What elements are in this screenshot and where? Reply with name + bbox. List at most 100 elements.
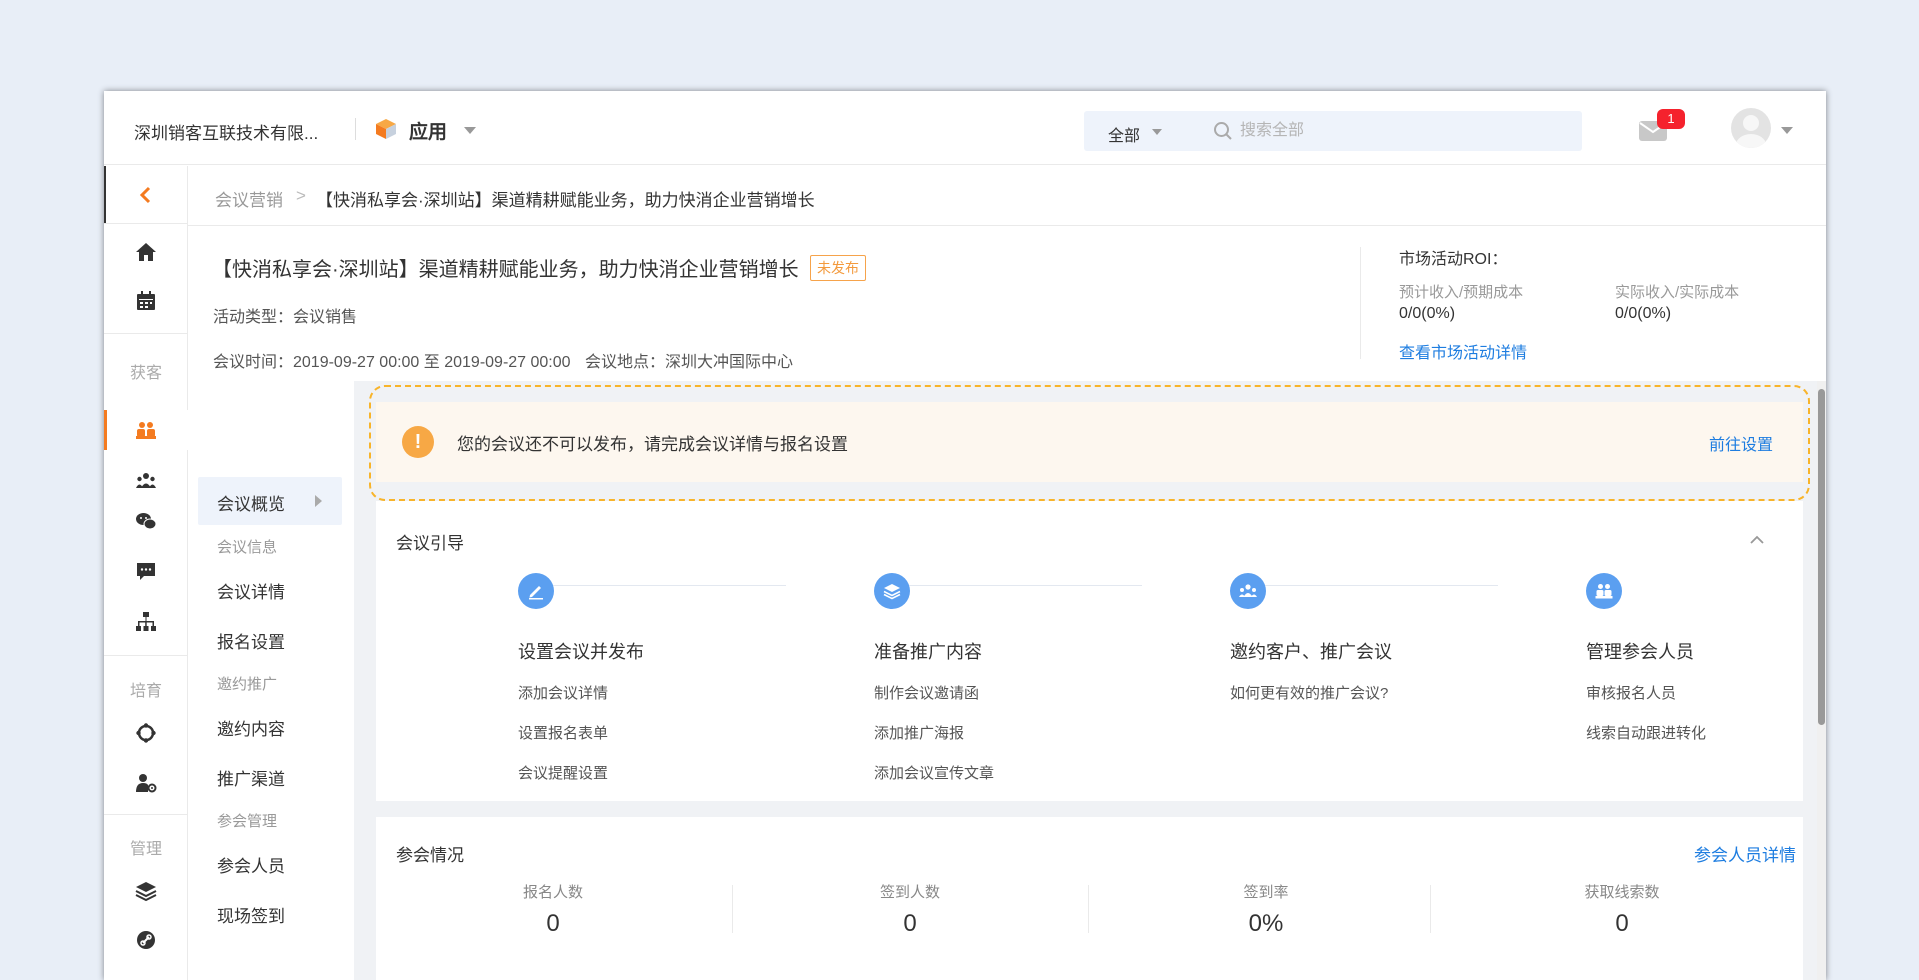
rail-divider: [104, 814, 188, 815]
rail-item-layers[interactable]: [104, 871, 188, 911]
activity-type: 活动类型：会议销售: [213, 309, 358, 326]
wechat-icon: [136, 513, 157, 530]
step-connector: [530, 585, 786, 586]
meeting-people-icon: [136, 422, 156, 439]
stat-divider: [1088, 885, 1089, 933]
app-window: 深圳销客互联技术有限... 应用 全部 1: [104, 91, 1826, 980]
rail-item-org[interactable]: [104, 602, 188, 642]
meeting-time: 会议时间：2019-09-27 00:00 至 2019-09-27 00:00: [213, 354, 571, 371]
stat-leads: 获取线索数 0: [1472, 881, 1772, 938]
subnav-group-invite: 邀约推广: [217, 676, 278, 693]
user-gear-icon: [136, 774, 157, 793]
roi-actual-value: 0/0(0%): [1615, 305, 1672, 322]
chevron-down-icon[interactable]: [464, 127, 476, 134]
stats-title: 参会情况: [396, 846, 464, 865]
stat-checkins: 签到人数 0: [760, 881, 1060, 938]
meeting-people-icon: [1586, 573, 1622, 609]
stat-divider: [732, 885, 733, 933]
rail-item-groups[interactable]: [104, 460, 188, 500]
subnav-item-signup[interactable]: 报名设置: [217, 628, 285, 653]
org-chart-icon: [136, 612, 156, 631]
stat-value: 0%: [1248, 910, 1284, 937]
chevron-down-icon[interactable]: [1781, 127, 1793, 134]
stat-checkin-rate: 签到率 0%: [1116, 881, 1416, 938]
roi-actual-label: 实际收入/实际成本: [1615, 284, 1740, 301]
app-title[interactable]: 应用: [409, 117, 447, 144]
stat-label: 获取线索数: [1584, 884, 1660, 901]
avatar[interactable]: [1731, 108, 1771, 148]
step-name: 设置会议并发布: [518, 642, 644, 662]
app-cube-icon[interactable]: [374, 117, 398, 141]
rail-section-manage: 管理: [129, 841, 162, 858]
stat-divider: [1430, 885, 1431, 933]
group-icon: [1230, 573, 1266, 609]
company-switcher[interactable]: 深圳销客互联技术有限...: [134, 119, 318, 144]
chevron-down-icon[interactable]: [1152, 129, 1162, 135]
subnav-group-attendee: 参会管理: [217, 813, 278, 830]
calendar-icon: [137, 291, 155, 310]
subnav-group-info: 会议信息: [217, 539, 278, 556]
rail-item-link[interactable]: [104, 920, 188, 960]
subnav-item-channel[interactable]: 推广渠道: [217, 765, 285, 790]
subnav-item-attendees[interactable]: 参会人员: [217, 852, 285, 877]
rail-item-meeting[interactable]: [104, 410, 188, 450]
step-action-link[interactable]: 审核报名人员: [1586, 682, 1676, 703]
scrollbar-thumb[interactable]: [1818, 389, 1825, 725]
page-title: 【快消私享会·深圳站】渠道精耕赋能业务，助力快消企业营销增长: [212, 259, 799, 281]
edit-icon: [518, 573, 554, 609]
stat-value: 0: [1615, 910, 1629, 937]
folder-icon: [135, 975, 157, 980]
go-settings-link[interactable]: 前往设置: [1709, 431, 1773, 455]
top-bar: 深圳销客互联技术有限... 应用 全部 1: [104, 91, 1826, 165]
rail-item-more[interactable]: [104, 966, 188, 980]
guide-title: 会议引导: [396, 534, 464, 553]
step-action-link[interactable]: 设置报名表单: [518, 722, 608, 743]
roi-expected-value: 0/0(0%): [1399, 305, 1456, 322]
rail-item-message[interactable]: [104, 551, 188, 591]
step-action-link[interactable]: 会议提醒设置: [518, 762, 608, 783]
status-badge: 未发布: [810, 255, 866, 281]
subnav-item-checkin[interactable]: 现场签到: [217, 902, 285, 927]
main-content: ! 您的会议还不可以发布，请完成会议详情与报名设置 前往设置 会议引导 设置会议…: [354, 381, 1826, 980]
step-action-link[interactable]: 如何更有效的推广会议?: [1230, 682, 1388, 703]
search-icon: [1214, 122, 1232, 140]
step-action-link[interactable]: 添加会议宣传文章: [874, 762, 994, 783]
roi-title: 市场活动ROI：: [1399, 251, 1508, 268]
stat-label: 签到人数: [879, 884, 940, 901]
step-connector: [886, 585, 1142, 586]
home-icon: [136, 243, 156, 261]
subnav-item-overview-label[interactable]: 会议概览: [217, 490, 285, 515]
rail-item-user-settings[interactable]: [104, 763, 188, 803]
header-divider: [1360, 247, 1361, 359]
search-input[interactable]: [1240, 117, 1560, 145]
stat-signups: 报名人数 0: [403, 881, 703, 938]
meeting-subnav: 会议概览 会议信息 会议详情 报名设置 邀约推广 邀约内容 推广渠道 参会管理 …: [188, 381, 354, 980]
step-name: 准备推广内容: [874, 642, 982, 662]
step-action-link[interactable]: 线索自动跟进转化: [1586, 722, 1706, 743]
subnav-item-detail[interactable]: 会议详情: [217, 578, 285, 603]
rail-section-nurture: 培育: [129, 683, 162, 700]
chevron-up-icon[interactable]: [1748, 531, 1766, 549]
layers-icon: [874, 573, 910, 609]
back-button[interactable]: [104, 175, 188, 215]
rail-item-calendar[interactable]: [104, 281, 188, 321]
breadcrumb-parent[interactable]: 会议营销: [215, 186, 283, 211]
attendee-detail-link[interactable]: 参会人员详情: [1694, 841, 1796, 866]
step-action-link[interactable]: 添加会议详情: [518, 682, 608, 703]
rail-item-home[interactable]: [104, 232, 188, 272]
roi-detail-link[interactable]: 查看市场活动详情: [1399, 339, 1527, 363]
rail-section-acquire: 获客: [129, 365, 162, 382]
rail-item-wechat[interactable]: [104, 501, 188, 541]
stat-label: 签到率: [1243, 884, 1289, 901]
meeting-place: 会议地点：深圳大冲国际中心: [585, 354, 794, 371]
step-action-link[interactable]: 制作会议邀请函: [874, 682, 979, 703]
exclamation-icon: !: [402, 426, 434, 458]
notification-badge[interactable]: 1: [1657, 109, 1685, 129]
step-action-link[interactable]: 添加推广海报: [874, 722, 964, 743]
cycle-icon: [136, 723, 156, 743]
active-indicator: [104, 410, 107, 450]
subnav-item-invite-content[interactable]: 邀约内容: [217, 715, 285, 740]
search-scope-select[interactable]: 全部: [1108, 122, 1140, 146]
stat-value: 0: [903, 910, 917, 937]
rail-item-cycle[interactable]: [104, 713, 188, 753]
